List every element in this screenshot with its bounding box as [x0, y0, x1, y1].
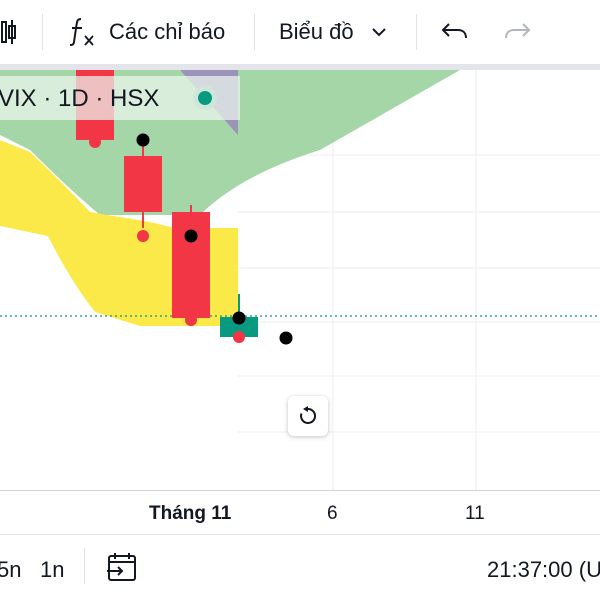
candle — [172, 205, 210, 322]
marker-red — [233, 331, 245, 343]
toolbar-divider — [416, 14, 417, 50]
chart-type-button[interactable]: Biểu đồ — [279, 18, 354, 46]
indicators-button[interactable]: Các chỉ báo — [109, 18, 225, 46]
time-axis-label: Tháng 11 — [149, 503, 232, 524]
calendar-icon[interactable] — [106, 551, 138, 583]
time-axis-label: 6 — [327, 503, 338, 524]
marker-black — [184, 229, 198, 243]
marker-red — [137, 230, 149, 242]
marker-black — [279, 331, 293, 345]
reset-chart-button[interactable] — [288, 396, 328, 436]
undo-icon[interactable] — [440, 18, 470, 46]
chart-top-band — [0, 64, 600, 70]
layout-icon[interactable] — [0, 18, 20, 46]
marker-black — [232, 311, 246, 325]
chevron-down-icon[interactable] — [371, 24, 387, 40]
interval-1n-button[interactable]: 1n — [40, 556, 64, 584]
clock-readout[interactable]: 21:37:00 (U — [487, 556, 600, 584]
bottom-divider — [84, 548, 85, 584]
symbol-title[interactable]: VIX · 1D · HSX — [0, 84, 159, 114]
marker-red — [89, 136, 101, 148]
marker-black — [136, 133, 150, 147]
reset-icon — [300, 406, 317, 424]
interval-5n-button[interactable]: 5n — [0, 556, 21, 584]
time-axis[interactable] — [0, 490, 600, 535]
time-axis-label: 11 — [465, 503, 485, 524]
top-toolbar: Các chỉ báo Biểu đồ — [0, 0, 600, 64]
toolbar-divider — [42, 14, 43, 50]
status-dot-icon — [193, 86, 217, 110]
redo-icon[interactable] — [502, 18, 532, 46]
fx-icon[interactable] — [68, 16, 96, 48]
toolbar-divider — [254, 14, 255, 50]
marker-red — [185, 314, 197, 326]
